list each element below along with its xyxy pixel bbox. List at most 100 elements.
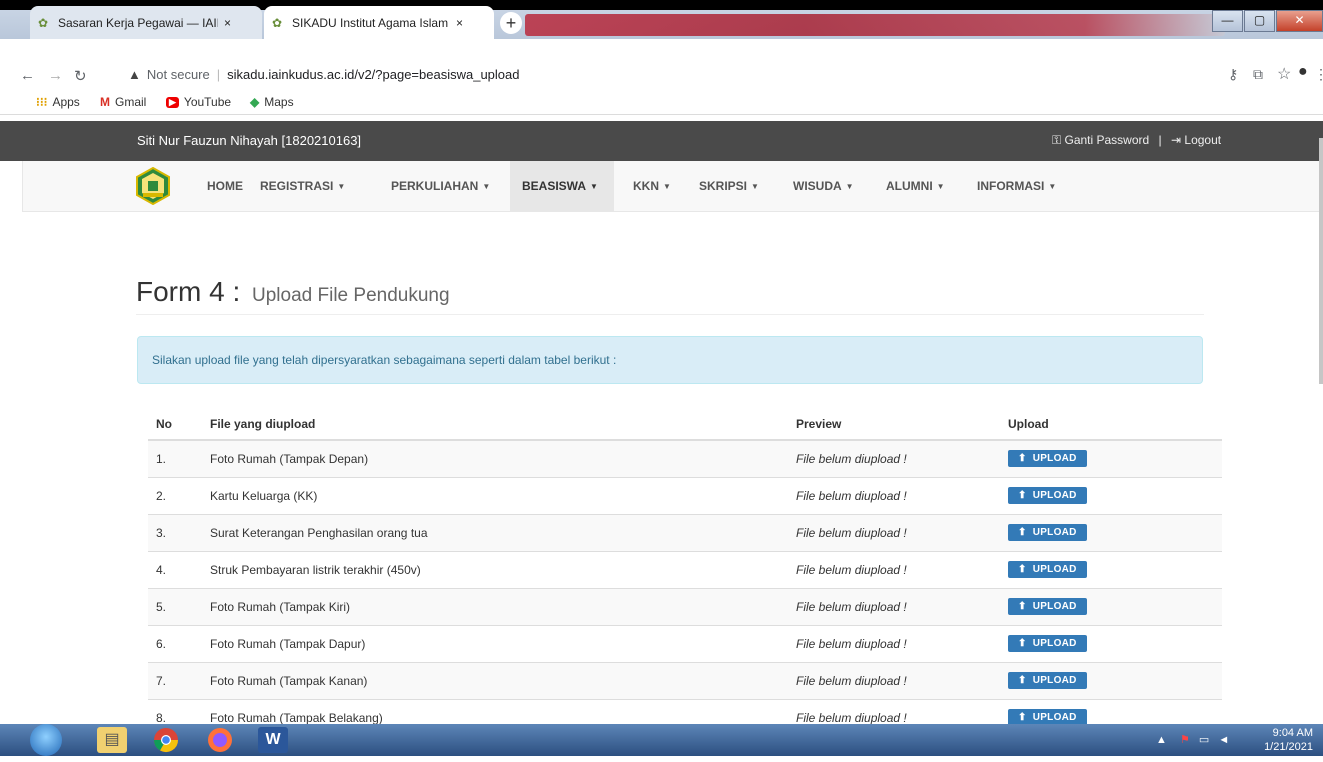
column-header: No [148, 409, 202, 441]
upload-label: UPLOAD [1032, 601, 1077, 612]
browser-menu-icon[interactable]: ⋮ [1314, 66, 1323, 83]
main-navigation: HOME REGISTRASI ▼ PERKULIAHAN ▼ BEASISWA ▼ … [22, 161, 1321, 212]
show-hidden-icons-icon[interactable]: ▲ [1156, 734, 1167, 746]
firefox-icon[interactable] [205, 727, 235, 753]
bookmark-youtube[interactable]: ▶ YouTube [166, 95, 231, 109]
menu-alumni[interactable]: ALUMNI ▼ [874, 161, 957, 211]
menu-label: PERKULIAHAN [391, 179, 479, 193]
preview-status: File belum diupload ! [788, 476, 1000, 514]
table-header-row: No File yang diupload Preview Upload [148, 409, 1222, 441]
table-body: 1. Foto Rumah (Tampak Depan) File belum di… [148, 439, 1222, 736]
tab-close-icon[interactable]: × [224, 16, 231, 30]
volume-muted-icon[interactable]: ◄ [1218, 734, 1229, 746]
tab-title: Sasaran Kerja Pegawai — IAIN Ku [58, 15, 218, 30]
upload-table: No File yang diupload Preview Upload 1. F… [148, 409, 1222, 736]
table-row: 6. Foto Rumah (Tampak Dapur) File belum di… [148, 624, 1222, 662]
bookmark-apps[interactable]: ⁝⁝⁝ Apps [36, 95, 80, 109]
background-window-titlebar [525, 14, 1225, 36]
tab-close-icon[interactable]: × [456, 16, 463, 30]
menu-wisuda[interactable]: WISUDA ▼ [781, 161, 866, 211]
upload-button[interactable]: ⬆ UPLOAD [1008, 598, 1087, 615]
column-header: Upload [1000, 409, 1222, 441]
menu-informasi[interactable]: INFORMASI ▼ [965, 161, 1068, 211]
link-separator: | [1158, 133, 1162, 147]
menu-kkn[interactable]: KKN ▼ [621, 161, 683, 211]
upload-cell: ⬆ UPLOAD [1000, 587, 1222, 625]
clock-time: 9:04 AM [1272, 727, 1313, 739]
caret-down-icon: ▼ [482, 181, 491, 191]
bookmark-label: YouTube [183, 95, 232, 109]
logout-icon: ⇥ [1171, 133, 1182, 147]
table-row: 2. Kartu Keluarga (KK) File belum diupload… [148, 476, 1222, 514]
profile-avatar-icon[interactable]: ● [1298, 63, 1308, 81]
bookmark-label: Gmail [115, 95, 147, 109]
forward-arrow-icon[interactable]: → [48, 67, 63, 84]
upload-label: UPLOAD [1032, 712, 1077, 724]
user-links: ⚿ Ganti Password | ⇥ Logout [1052, 133, 1221, 148]
upload-label: UPLOAD [1032, 564, 1077, 575]
menu-beasiswa[interactable]: BEASISWA ▼ [510, 161, 614, 211]
page-scrollbar[interactable] [1319, 138, 1323, 384]
menu-label: SKRIPSI [699, 179, 748, 193]
preview-status: File belum diupload ! [788, 513, 1000, 551]
translate-icon[interactable]: ⧉ [1253, 66, 1263, 83]
upload-button[interactable]: ⬆ UPLOAD [1008, 561, 1087, 578]
tab-sikadu[interactable]: ✿ SIKADU Institut Agama Islam Ne × [264, 6, 494, 39]
minimize-button[interactable]: — [1212, 10, 1243, 32]
close-window-button[interactable]: ✕ [1276, 10, 1323, 32]
upload-label: UPLOAD [1032, 638, 1077, 649]
file-name: Struk Pembayaran listrik terakhir (450v) [202, 550, 788, 588]
upload-label: UPLOAD [1032, 490, 1077, 501]
url-text: sikadu.iainkudus.ac.id/v2/?page=beasiswa… [227, 66, 520, 82]
start-button[interactable] [30, 724, 62, 756]
security-label: Not secure [146, 66, 210, 82]
menu-home[interactable]: HOME [195, 161, 255, 211]
word-icon[interactable]: W [258, 727, 288, 753]
upload-icon: ⬆ [1018, 712, 1027, 724]
table-row: 5. Foto Rumah (Tampak Kiri) File belum diu… [148, 587, 1222, 625]
table-row: 4. Struk Pembayaran listrik terakhir (450… [148, 550, 1222, 588]
action-center-flag-icon[interactable]: ⚑ [1180, 734, 1190, 746]
upload-button[interactable]: ⬆ UPLOAD [1008, 524, 1087, 541]
page-title: Form 4 : Upload File Pendukung [136, 276, 450, 308]
bookmark-star-icon[interactable]: ☆ [1277, 64, 1291, 84]
bookmark-maps[interactable]: ◆ Maps [250, 95, 294, 109]
file-explorer-icon[interactable]: ▤ [97, 727, 127, 753]
menu-skripsi[interactable]: SKRIPSI ▼ [687, 161, 771, 211]
change-password-link[interactable]: Ganti Password [1064, 133, 1149, 147]
menu-label: BEASISWA [522, 179, 587, 193]
network-icon[interactable]: ▭ [1199, 734, 1209, 746]
caret-down-icon: ▼ [590, 181, 598, 191]
menu-registrasi[interactable]: REGISTRASI ▼ [248, 161, 357, 211]
file-name: Kartu Keluarga (KK) [202, 476, 788, 514]
upload-button[interactable]: ⬆ UPLOAD [1008, 635, 1087, 652]
logout-link[interactable]: Logout [1184, 133, 1221, 147]
site-user-bar: Siti Nur Fauzun Nihayah [1820210163] ⚿ G… [0, 121, 1323, 161]
bookmark-gmail[interactable]: M Gmail [100, 95, 146, 109]
upload-button[interactable]: ⬆ UPLOAD [1008, 672, 1087, 689]
maximize-button[interactable]: ▢ [1244, 10, 1275, 32]
title-divider [136, 314, 1204, 315]
back-arrow-icon[interactable]: ← [20, 67, 35, 84]
window-controls: — ▢ ✕ [1211, 10, 1323, 32]
preview-status: File belum diupload ! [788, 439, 1000, 477]
upload-button[interactable]: ⬆ UPLOAD [1008, 450, 1087, 468]
new-tab-button[interactable]: + [500, 12, 522, 34]
form-number: Form 4 : [136, 276, 241, 307]
row-number: 2. [148, 476, 202, 514]
caret-down-icon: ▼ [936, 181, 945, 191]
tab-sasaran-kerja[interactable]: ✿ Sasaran Kerja Pegawai — IAIN Ku × [30, 6, 262, 39]
address-bar[interactable]: ▲ Not secure | sikadu.iainkudus.ac.id/v2… [128, 64, 1188, 84]
tab-title: SIKADU Institut Agama Islam Ne [292, 15, 450, 30]
row-number: 7. [148, 661, 202, 699]
menu-label: WISUDA [793, 179, 842, 193]
upload-button[interactable]: ⬆ UPLOAD [1008, 487, 1087, 504]
page-subtitle: Upload File Pendukung [252, 285, 450, 306]
clock[interactable]: 9:04 AM 1/21/2021 [1264, 726, 1313, 754]
file-name: Foto Rumah (Tampak Depan) [202, 439, 788, 477]
key-icon[interactable]: ⚷ [1228, 66, 1238, 83]
iain-logo[interactable] [135, 167, 171, 205]
reload-icon[interactable]: ↻ [74, 67, 87, 85]
menu-perkuliahan[interactable]: PERKULIAHAN ▼ [379, 161, 502, 211]
chrome-icon[interactable] [151, 727, 181, 753]
